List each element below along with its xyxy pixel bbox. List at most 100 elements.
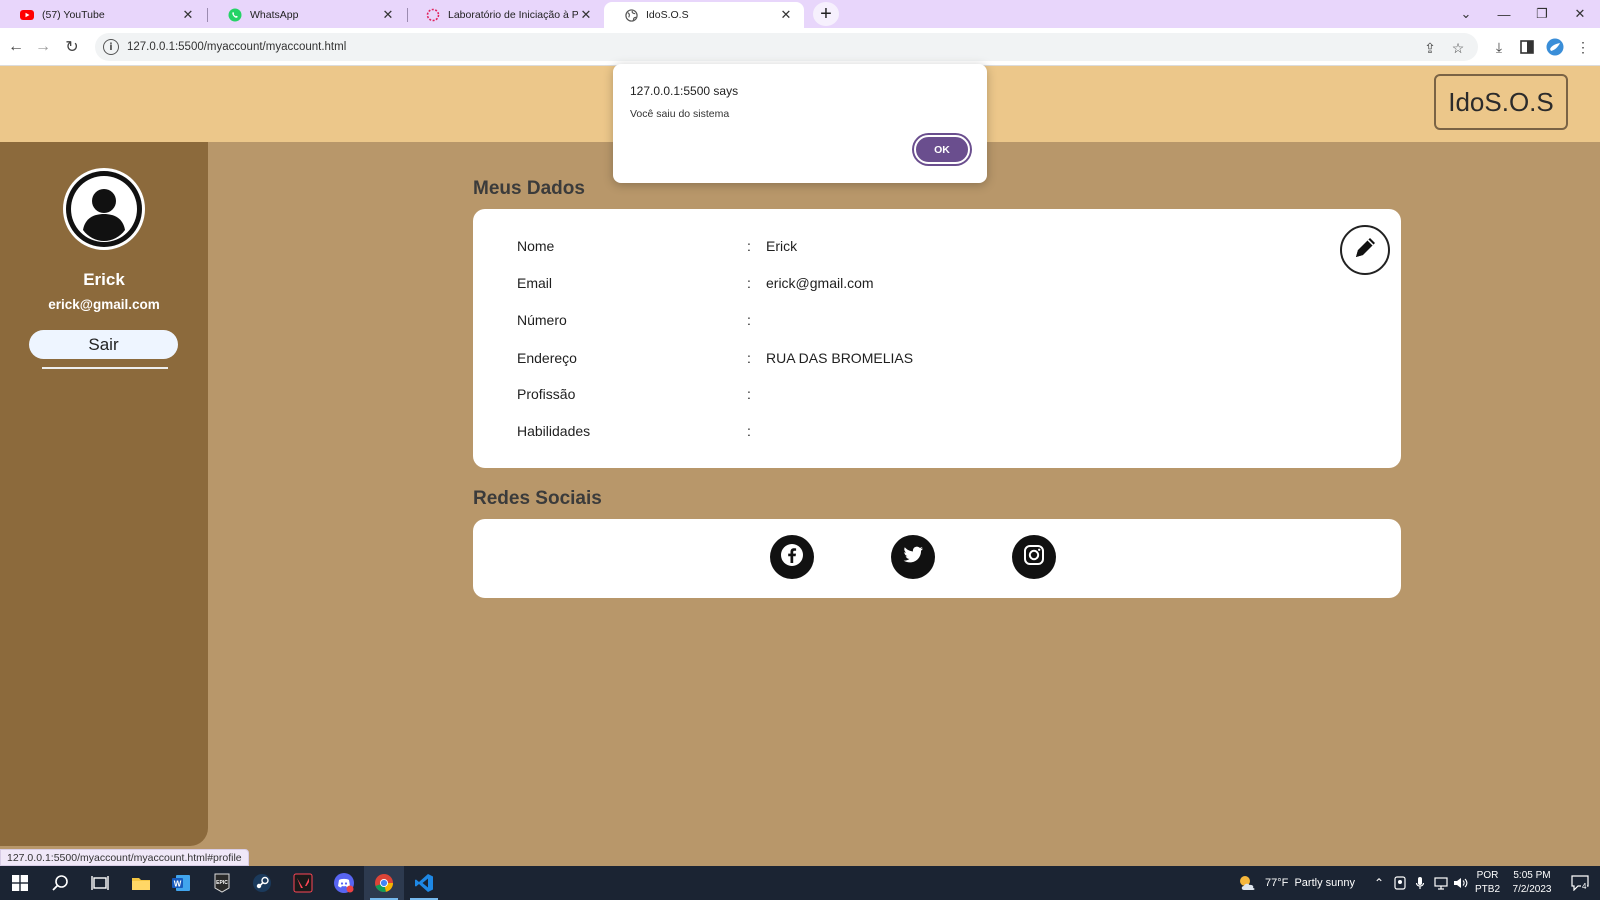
field-label: Nome — [517, 238, 555, 254]
windows-taskbar: W EPIC 77°F Partly sunny ⌃ POR PTB2 5:05… — [0, 866, 1600, 900]
social-card — [473, 519, 1401, 598]
alert-dialog: 127.0.0.1:5500 says Você saiu do sistema… — [613, 64, 987, 183]
link-status-bar: 127.0.0.1:5500/myaccount/myaccount.html#… — [0, 849, 249, 866]
field-separator: : — [747, 350, 751, 366]
dialog-title: 127.0.0.1:5500 says — [630, 84, 739, 98]
language-code: POR — [1476, 870, 1499, 881]
url-text[interactable]: 127.0.0.1:5500/myaccount/myaccount.html — [127, 41, 346, 53]
valorant-icon[interactable] — [283, 866, 323, 900]
search-icon[interactable] — [40, 866, 80, 900]
input-language-indicator[interactable]: POR PTB2 — [1475, 866, 1500, 900]
address-bar[interactable]: i 127.0.0.1:5500/myaccount/myaccount.htm… — [95, 33, 1478, 61]
brand-logo[interactable]: IdoS.O.S — [1434, 74, 1568, 130]
side-panel-icon[interactable] — [1517, 37, 1537, 57]
whatsapp-icon — [228, 8, 242, 22]
field-label: Email — [517, 275, 553, 291]
tab-search-chevron-icon[interactable]: ⌄ — [1446, 0, 1486, 28]
forward-icon[interactable]: → — [30, 34, 56, 60]
windows-start-icon[interactable] — [0, 866, 40, 900]
meet-now-icon[interactable] — [1394, 866, 1406, 900]
social-section-title: Redes Sociais — [473, 488, 602, 509]
tab-whatsapp[interactable]: WhatsApp ✕ — [208, 2, 406, 28]
reload-icon[interactable]: ↻ — [59, 34, 85, 60]
back-icon[interactable]: ← — [3, 34, 29, 60]
profile-row-nome: Nome : Erick — [473, 238, 1401, 258]
clock[interactable]: 5:05 PM 7/2/2023 — [1508, 866, 1556, 900]
user-name: Erick — [83, 270, 125, 289]
share-icon[interactable]: ⇪ — [1421, 39, 1439, 57]
tab-laboratorio[interactable]: Laboratório de Iniciação à Prog ✕ — [406, 2, 604, 28]
user-avatar-icon — [63, 168, 145, 250]
chrome-icon[interactable] — [364, 866, 404, 900]
user-email: erick@gmail.com — [48, 297, 160, 312]
instagram-icon — [1023, 544, 1045, 571]
pencil-icon — [1350, 233, 1380, 268]
field-separator: : — [747, 238, 751, 254]
facebook-icon — [779, 542, 805, 573]
epic-games-icon[interactable]: EPIC — [202, 866, 242, 900]
facebook-link[interactable] — [770, 535, 814, 579]
volume-icon[interactable] — [1453, 866, 1469, 900]
tab-idosos[interactable]: IdoS.O.S ✕ — [604, 2, 804, 28]
field-value: erick@gmail.com — [766, 275, 874, 291]
svg-text:EPIC: EPIC — [216, 880, 228, 886]
twitter-icon — [901, 543, 925, 572]
tab-youtube[interactable]: (57) YouTube ✕ — [0, 2, 206, 28]
discord-icon[interactable] — [324, 866, 364, 900]
profile-row-email: Email : erick@gmail.com — [473, 275, 1401, 295]
youtube-icon — [20, 8, 34, 22]
close-icon[interactable]: ✕ — [380, 7, 396, 23]
restore-icon[interactable]: ❐ — [1522, 0, 1562, 28]
task-view-icon[interactable] — [80, 866, 120, 900]
clock-time: 5:05 PM — [1513, 870, 1551, 881]
tab-label: (57) YouTube — [42, 9, 105, 21]
download-icon[interactable]: ⤓ — [1489, 37, 1509, 57]
edit-profile-button[interactable] — [1340, 225, 1390, 275]
field-separator: : — [747, 312, 751, 328]
site-info-icon[interactable]: i — [103, 39, 119, 55]
tab-label: Laboratório de Iniciação à Prog — [448, 9, 578, 21]
profile-avatar[interactable] — [1545, 37, 1565, 57]
dialog-ok-button[interactable]: OK — [914, 135, 970, 164]
menu-kebab-icon[interactable]: ⋮ — [1573, 37, 1593, 57]
twitter-link[interactable] — [891, 535, 935, 579]
show-hidden-icons-chevron[interactable]: ⌃ — [1374, 866, 1384, 900]
svg-text:W: W — [174, 879, 182, 888]
clock-date: 7/2/2023 — [1512, 884, 1552, 895]
profile-card: Nome : Erick Email : erick@gmail.com Núm… — [473, 209, 1401, 468]
field-value: Erick — [766, 238, 798, 254]
close-icon[interactable]: ✕ — [578, 7, 594, 23]
close-icon[interactable]: ✕ — [180, 7, 196, 23]
steam-icon[interactable] — [242, 866, 282, 900]
close-icon[interactable]: ✕ — [778, 7, 794, 23]
close-window-icon[interactable]: ✕ — [1560, 0, 1600, 28]
logout-button[interactable]: Sair — [29, 330, 178, 359]
field-label: Número — [517, 312, 567, 328]
profile-row-numero: Número : — [473, 312, 1401, 332]
notification-count-badge: 4 — [1581, 882, 1588, 891]
field-label: Habilidades — [517, 423, 591, 439]
new-tab-button[interactable]: + — [813, 2, 839, 26]
keyboard-layout: PTB2 — [1475, 884, 1501, 895]
field-value: RUA DAS BROMELIAS — [766, 350, 914, 366]
bookmark-star-icon[interactable]: ☆ — [1449, 39, 1467, 57]
tab-label: WhatsApp — [250, 9, 299, 21]
profile-row-profissao: Profissão : — [473, 386, 1401, 406]
network-icon[interactable] — [1433, 866, 1449, 900]
loading-icon — [426, 8, 440, 22]
file-explorer-icon[interactable] — [121, 866, 161, 900]
profile-row-endereco: Endereço : RUA DAS BROMELIAS — [473, 350, 1401, 370]
browser-toolbar: ← → ↻ i 127.0.0.1:5500/myaccount/myaccou… — [0, 28, 1600, 66]
vscode-icon[interactable] — [404, 866, 444, 900]
word-icon[interactable]: W — [161, 866, 201, 900]
field-separator: : — [747, 423, 751, 439]
notification-center-icon[interactable]: 4 — [1566, 866, 1594, 900]
partly-sunny-icon — [1237, 874, 1259, 892]
minimize-icon[interactable]: — — [1484, 0, 1524, 28]
weather-widget[interactable]: 77°F Partly sunny — [1237, 866, 1355, 900]
microphone-icon[interactable] — [1415, 866, 1425, 900]
instagram-link[interactable] — [1012, 535, 1056, 579]
field-separator: : — [747, 275, 751, 291]
tab-label: IdoS.O.S — [646, 9, 689, 21]
weather-text: 77°F Partly sunny — [1265, 877, 1355, 889]
